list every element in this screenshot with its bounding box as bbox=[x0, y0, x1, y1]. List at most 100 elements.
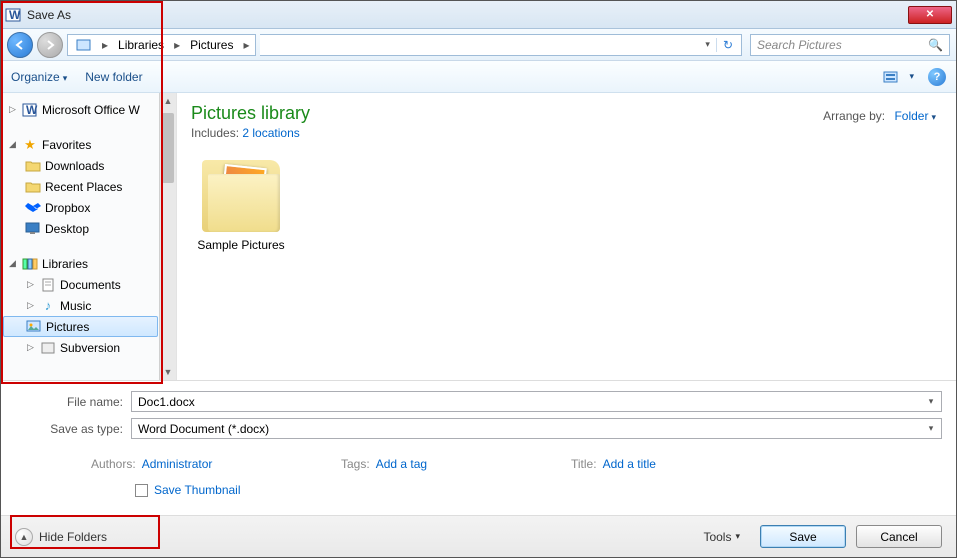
content-pane: Pictures library Includes: 2 locations A… bbox=[177, 93, 956, 380]
save-thumbnail-checkbox[interactable] bbox=[135, 484, 148, 497]
tree-label: Pictures bbox=[46, 320, 89, 334]
tree-item-downloads[interactable]: Downloads bbox=[1, 155, 176, 176]
hide-folders-label: Hide Folders bbox=[39, 530, 107, 544]
meta-row: Authors: Administrator Tags: Add a tag T… bbox=[1, 451, 956, 473]
breadcrumb[interactable]: ▸ Libraries ▸ Pictures ▸ bbox=[67, 34, 256, 56]
filetype-field[interactable]: Word Document (*.docx) ▾ bbox=[131, 418, 942, 439]
organize-button[interactable]: Organize bbox=[11, 70, 67, 84]
expand-icon[interactable]: ▷ bbox=[25, 300, 36, 311]
filename-label: File name: bbox=[15, 395, 131, 409]
chevron-up-icon: ▲ bbox=[15, 528, 33, 546]
svg-text:W: W bbox=[26, 103, 38, 117]
library-root-icon[interactable] bbox=[70, 35, 98, 55]
arrange-label: Arrange by: bbox=[823, 109, 885, 123]
tree-item-office[interactable]: ▷ W Microsoft Office W bbox=[1, 99, 176, 120]
main-area: ▷ W Microsoft Office W ◢ ★ Favorites Dow… bbox=[1, 93, 956, 380]
back-button[interactable] bbox=[7, 32, 33, 58]
save-button[interactable]: Save bbox=[760, 525, 846, 548]
tree-label: Documents bbox=[60, 278, 121, 292]
tree-label: Dropbox bbox=[45, 201, 90, 215]
expand-icon[interactable]: ▷ bbox=[25, 279, 36, 290]
tools-dropdown[interactable]: Tools ▾ bbox=[703, 530, 740, 544]
scroll-thumb[interactable] bbox=[162, 113, 174, 183]
nav-tree[interactable]: ▷ W Microsoft Office W ◢ ★ Favorites Dow… bbox=[1, 93, 177, 380]
svg-text:W: W bbox=[9, 8, 21, 22]
tree-item-favorites[interactable]: ◢ ★ Favorites bbox=[1, 134, 176, 155]
form-area: File name: Doc1.docx ▾ Save as type: Wor… bbox=[1, 381, 956, 451]
chevron-right-icon[interactable]: ▸ bbox=[239, 38, 253, 52]
chevron-right-icon[interactable]: ▸ bbox=[170, 38, 184, 52]
word-app-icon: W bbox=[5, 7, 21, 23]
close-button[interactable]: ✕ bbox=[908, 6, 952, 24]
arrange-by: Arrange by: Folder bbox=[823, 109, 936, 123]
collapse-icon[interactable]: ◢ bbox=[7, 258, 18, 269]
scroll-down-arrow[interactable]: ▼ bbox=[160, 364, 176, 380]
authors-label: Authors: bbox=[91, 457, 136, 471]
new-folder-button[interactable]: New folder bbox=[85, 70, 142, 84]
tree-item-libraries[interactable]: ◢ Libraries bbox=[1, 253, 176, 274]
save-thumbnail-row: Save Thumbnail bbox=[1, 473, 956, 505]
folder-label: Sample Pictures bbox=[191, 238, 291, 252]
tree-label: Subversion bbox=[60, 341, 120, 355]
desktop-icon bbox=[25, 221, 41, 237]
footer: ▲ Hide Folders Tools ▾ Save Cancel bbox=[1, 515, 956, 557]
help-button[interactable]: ? bbox=[928, 68, 946, 86]
tree-label: Downloads bbox=[45, 159, 104, 173]
tools-label: Tools bbox=[703, 530, 731, 544]
scroll-up-arrow[interactable]: ▲ bbox=[160, 93, 176, 109]
libraries-icon bbox=[22, 256, 38, 272]
chevron-down-icon: ▾ bbox=[909, 71, 914, 82]
chevron-down-icon[interactable]: ▾ bbox=[923, 421, 939, 436]
includes-link[interactable]: 2 locations bbox=[242, 126, 299, 140]
filetype-value: Word Document (*.docx) bbox=[138, 422, 269, 436]
tree-item-recent[interactable]: Recent Places bbox=[1, 176, 176, 197]
cancel-button[interactable]: Cancel bbox=[856, 525, 942, 548]
tree-item-subversion[interactable]: ▷ Subversion bbox=[1, 337, 176, 358]
chevron-down-icon[interactable]: ▾ bbox=[701, 39, 714, 50]
tree-item-dropbox[interactable]: Dropbox bbox=[1, 197, 176, 218]
forward-button[interactable] bbox=[37, 32, 63, 58]
titlebar: W Save As ✕ bbox=[1, 1, 956, 29]
chevron-right-icon[interactable]: ▸ bbox=[98, 38, 112, 52]
refresh-button[interactable]: ↻ bbox=[716, 38, 739, 52]
arrange-value-dropdown[interactable]: Folder bbox=[894, 109, 936, 123]
hide-folders-button[interactable]: ▲ Hide Folders bbox=[15, 528, 107, 546]
window-title: Save As bbox=[27, 8, 71, 22]
folder-icon bbox=[202, 160, 280, 232]
save-thumbnail-label[interactable]: Save Thumbnail bbox=[154, 483, 241, 497]
tree-item-documents[interactable]: ▷ Documents bbox=[1, 274, 176, 295]
authors-value[interactable]: Administrator bbox=[142, 457, 213, 471]
filename-field[interactable]: Doc1.docx ▾ bbox=[131, 391, 942, 412]
tags-label: Tags: bbox=[341, 457, 370, 471]
view-options-button[interactable]: ▾ bbox=[883, 69, 914, 85]
pictures-icon bbox=[26, 319, 42, 335]
navbar: ▸ Libraries ▸ Pictures ▸ ▾ ↻ Search Pict… bbox=[1, 29, 956, 61]
collapse-icon[interactable]: ◢ bbox=[7, 139, 18, 150]
chevron-down-icon[interactable]: ▾ bbox=[923, 394, 939, 409]
tree-scrollbar[interactable]: ▲ ▼ bbox=[159, 93, 176, 380]
crumb-pictures[interactable]: Pictures bbox=[184, 35, 239, 55]
expand-icon[interactable]: ▷ bbox=[25, 342, 36, 353]
search-input[interactable]: Search Pictures 🔍 bbox=[750, 34, 950, 56]
address-bar-tail[interactable]: ▾ ↻ bbox=[260, 34, 742, 56]
folder-icon bbox=[25, 158, 41, 174]
folder-item-sample-pictures[interactable]: Sample Pictures bbox=[191, 160, 291, 252]
tree-label: Favorites bbox=[42, 138, 91, 152]
filetype-label: Save as type: bbox=[15, 422, 131, 436]
tree-label: Music bbox=[60, 299, 91, 313]
tree-label: Microsoft Office W bbox=[42, 103, 140, 117]
filename-value: Doc1.docx bbox=[138, 395, 195, 409]
crumb-libraries[interactable]: Libraries bbox=[112, 35, 170, 55]
tree-item-pictures[interactable]: Pictures bbox=[3, 316, 158, 337]
tree-item-desktop[interactable]: Desktop bbox=[1, 218, 176, 239]
tree-item-music[interactable]: ▷ ♪ Music bbox=[1, 295, 176, 316]
expand-icon[interactable]: ▷ bbox=[7, 104, 18, 115]
search-placeholder: Search Pictures bbox=[757, 38, 842, 52]
includes-label: Includes: bbox=[191, 126, 239, 140]
chevron-down-icon: ▾ bbox=[735, 531, 740, 542]
word-icon: W bbox=[22, 102, 38, 118]
tags-value[interactable]: Add a tag bbox=[376, 457, 427, 471]
tree-label: Recent Places bbox=[45, 180, 122, 194]
dropbox-icon bbox=[25, 200, 41, 216]
title-value[interactable]: Add a title bbox=[603, 457, 656, 471]
